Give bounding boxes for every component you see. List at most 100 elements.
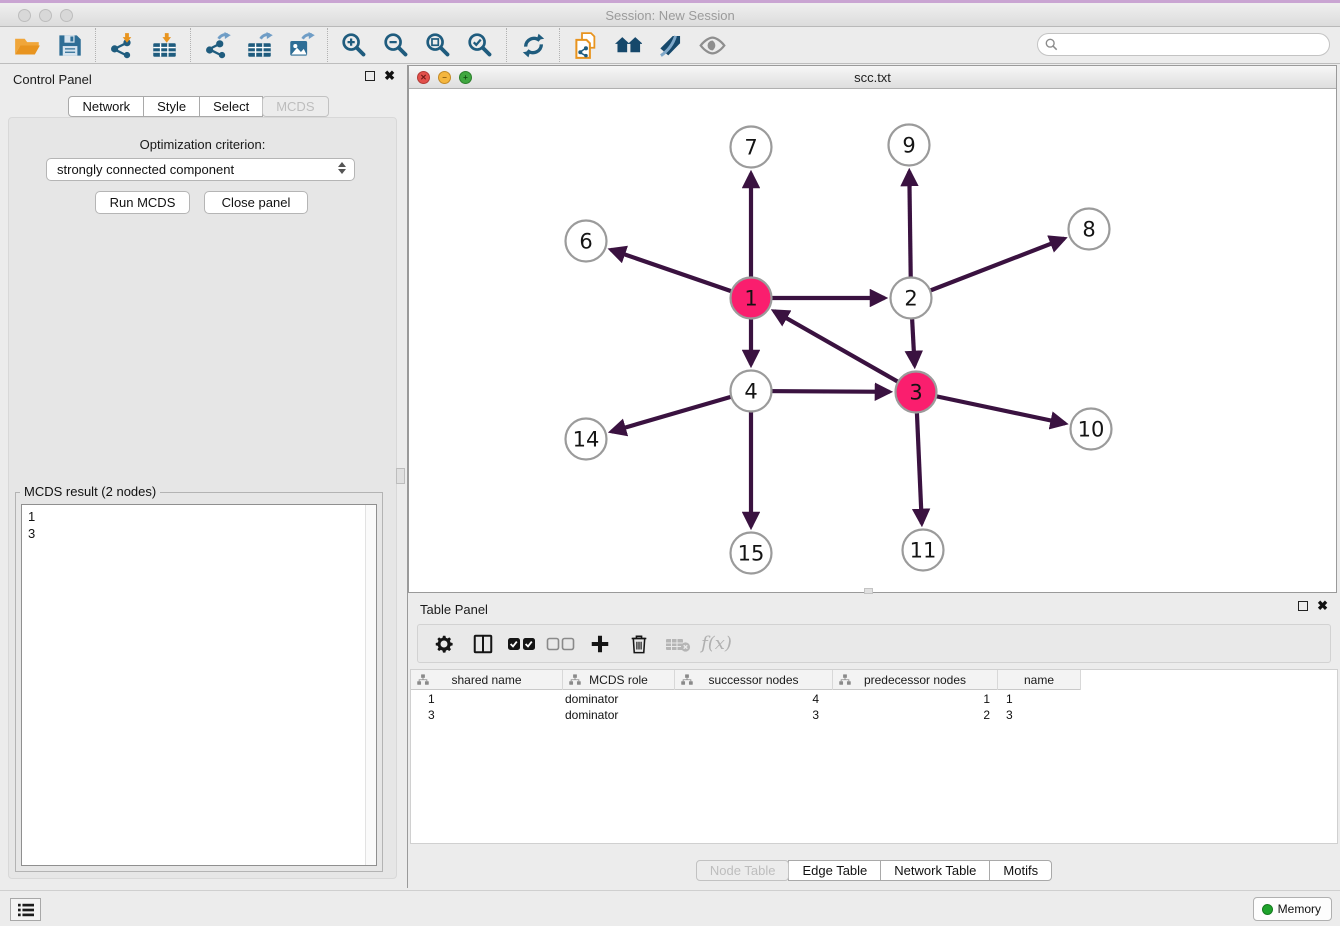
window-title: Session: New Session	[0, 8, 1340, 23]
checkboxes-checked-icon[interactable]	[504, 629, 539, 659]
edge-4-14[interactable]	[611, 391, 751, 432]
task-history-button[interactable]	[10, 898, 41, 921]
toolbar-separator	[327, 28, 328, 62]
node-label: 1	[744, 286, 757, 310]
edge-1-6[interactable]	[611, 250, 751, 298]
edge-3-10[interactable]	[916, 392, 1065, 424]
graph-node-10[interactable]: 10	[1071, 409, 1112, 450]
edge-2-8[interactable]	[911, 239, 1064, 298]
import-network-icon[interactable]	[101, 29, 143, 61]
toolbar-separator	[506, 28, 507, 62]
table-row[interactable]: 1dominator411	[411, 691, 1337, 707]
zoom-fit-icon[interactable]	[417, 29, 459, 61]
main-toolbar	[0, 27, 1340, 64]
control-panel-tabs: NetworkStyleSelectMCDS	[0, 96, 397, 117]
network-graph-canvas[interactable]: 7 9 6 8 1 2 4 3 14 10 15 11	[409, 89, 1336, 592]
node-label: 11	[910, 538, 937, 562]
table-row[interactable]: 3dominator323	[411, 707, 1337, 723]
node-table: shared nameMCDS rolesuccessor nodesprede…	[410, 669, 1338, 844]
column-header-name[interactable]: name	[998, 670, 1081, 690]
node-label: 8	[1082, 217, 1095, 241]
close-panel-button[interactable]: Close panel	[204, 191, 308, 214]
toolbar-separator	[190, 28, 191, 62]
trash-icon[interactable]	[621, 629, 656, 659]
zoom-selected-icon[interactable]	[459, 29, 501, 61]
node-label: 3	[909, 380, 922, 404]
criterion-value: strongly connected component	[57, 162, 234, 177]
float-panel-icon[interactable]	[365, 71, 375, 81]
memory-button[interactable]: Memory	[1253, 897, 1332, 921]
tab-motifs[interactable]: Motifs	[989, 860, 1052, 881]
homes-icon[interactable]	[607, 29, 649, 61]
list-icon	[17, 902, 35, 918]
criterion-select[interactable]: strongly connected component	[46, 158, 355, 181]
edge-3-1[interactable]	[774, 311, 916, 392]
graph-node-6[interactable]: 6	[566, 221, 607, 262]
column-header-successor-nodes[interactable]: successor nodes	[675, 670, 833, 690]
mcds-result-lines: 13	[28, 508, 35, 542]
status-bar: Memory	[0, 890, 1340, 926]
node-label: 10	[1078, 417, 1105, 441]
network-resize-grip[interactable]	[864, 588, 873, 594]
graph-node-14[interactable]: 14	[566, 419, 607, 460]
tab-style[interactable]: Style	[143, 96, 200, 117]
plus-icon[interactable]	[582, 629, 617, 659]
node-label: 2	[904, 286, 917, 310]
save-icon[interactable]	[48, 29, 90, 61]
toolbar-separator	[95, 28, 96, 62]
table-panel: Table Panel ✖ f(x) shared nameMCDS roles…	[408, 595, 1340, 888]
column-header-MCDS-role[interactable]: MCDS role	[563, 670, 675, 690]
table-cell: dominator	[563, 707, 675, 723]
column-header-shared-name[interactable]: shared name	[411, 670, 563, 690]
columns-icon[interactable]	[465, 629, 500, 659]
table-toolbar: f(x)	[417, 624, 1331, 663]
network-file-icon[interactable]	[565, 29, 607, 61]
tab-node-table[interactable]: Node Table	[696, 860, 790, 881]
control-panel-title: Control Panel	[13, 72, 92, 87]
graph-node-11[interactable]: 11	[903, 530, 944, 571]
tab-edge-table[interactable]: Edge Table	[788, 860, 881, 881]
checkboxes-unchecked-icon[interactable]	[543, 629, 578, 659]
close-panel-icon[interactable]: ✖	[384, 71, 395, 81]
tab-mcds[interactable]: MCDS	[262, 96, 328, 117]
export-network-icon[interactable]	[196, 29, 238, 61]
graph-node-1[interactable]: 1	[731, 278, 772, 319]
eye-icon[interactable]	[691, 29, 733, 61]
tab-select[interactable]: Select	[199, 96, 263, 117]
graph-node-2[interactable]: 2	[891, 278, 932, 319]
graph-node-15[interactable]: 15	[731, 533, 772, 574]
search-icon	[1045, 38, 1058, 51]
splitter-grip[interactable]	[396, 468, 405, 484]
graph-node-8[interactable]: 8	[1069, 209, 1110, 250]
float-table-panel-icon[interactable]	[1298, 601, 1308, 611]
export-image-icon[interactable]	[280, 29, 322, 61]
graph-node-9[interactable]: 9	[889, 125, 930, 166]
gear-icon[interactable]	[426, 629, 461, 659]
tab-network-table[interactable]: Network Table	[880, 860, 990, 881]
node-label: 9	[902, 133, 915, 157]
zoom-in-icon[interactable]	[333, 29, 375, 61]
result-scrollbar[interactable]	[365, 505, 376, 865]
graph-node-3[interactable]: 3	[896, 372, 937, 413]
export-table-icon[interactable]	[238, 29, 280, 61]
mcds-result-box[interactable]: 13	[21, 504, 377, 866]
result-line: 1	[28, 508, 35, 525]
node-label: 6	[579, 229, 592, 253]
folder-icon[interactable]	[6, 29, 48, 61]
import-table-icon[interactable]	[143, 29, 185, 61]
tab-network[interactable]: Network	[68, 96, 144, 117]
network-window-titlebar[interactable]: ✕ − + scc.txt	[409, 66, 1336, 89]
graph-node-4[interactable]: 4	[731, 371, 772, 412]
refresh-icon[interactable]	[512, 29, 554, 61]
run-mcds-button[interactable]: Run MCDS	[95, 191, 190, 214]
label-slash-icon[interactable]	[649, 29, 691, 61]
table-tabs: Node TableEdge TableNetwork TableMotifs	[408, 860, 1340, 881]
graph-node-7[interactable]: 7	[731, 127, 772, 168]
close-table-panel-icon[interactable]: ✖	[1317, 601, 1328, 611]
column-header-predecessor-nodes[interactable]: predecessor nodes	[833, 670, 998, 690]
table-cell: 1	[998, 691, 1081, 707]
zoom-out-icon[interactable]	[375, 29, 417, 61]
table-cell: dominator	[563, 691, 675, 707]
search-input[interactable]	[1037, 33, 1330, 56]
main-titlebar: Session: New Session	[0, 0, 1340, 27]
